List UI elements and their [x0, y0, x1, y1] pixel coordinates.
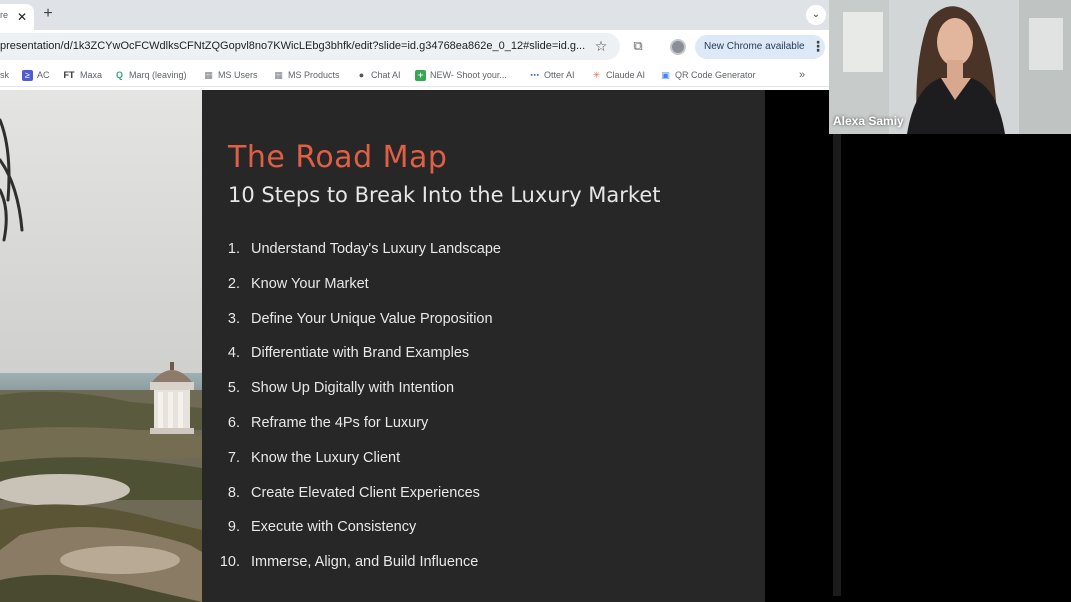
- bookmark-label: AC: [37, 70, 50, 80]
- step-number: 2.: [227, 275, 240, 292]
- bookmark-star-icon[interactable]: ☆: [593, 38, 609, 54]
- update-label: New Chrome available: [704, 41, 805, 52]
- new-chrome-available-button[interactable]: New Chrome available ⋮: [695, 35, 825, 59]
- step-number: 3.: [227, 310, 240, 327]
- bookmark-qr-code[interactable]: ▣ QR Code Generator: [660, 68, 756, 82]
- bookmark-label: Otter AI: [544, 70, 575, 80]
- slide-title: The Road Map: [228, 140, 448, 175]
- bookmark-label: Maxa: [80, 70, 103, 80]
- active-tab[interactable]: re ✕: [0, 4, 34, 30]
- list-item: 10. Immerse, Align, and Build Influence: [202, 553, 765, 588]
- bookmark-label: QR Code Generator: [675, 70, 756, 80]
- otter-icon: ⋯: [530, 69, 539, 80]
- step-text: Create Elevated Client Experiences: [251, 484, 480, 501]
- bookmark-label: sk: [0, 70, 9, 80]
- bookmark-ms-users[interactable]: ▦ MS Users: [203, 68, 258, 82]
- step-number: 8.: [227, 484, 240, 501]
- step-number: 9.: [227, 519, 240, 536]
- address-bar[interactable]: presentation/d/1k3ZCYwOcFCWdlksCFNtZQGop…: [0, 33, 620, 60]
- step-number: 7.: [227, 449, 240, 466]
- step-number: 4.: [227, 345, 240, 362]
- step-text: Show Up Digitally with Intention: [251, 380, 455, 397]
- bookmarks-overflow-icon[interactable]: »: [799, 68, 805, 82]
- plus-icon: +: [415, 69, 426, 81]
- step-text: Understand Today's Luxury Landscape: [251, 241, 501, 257]
- bookmark-label: NEW- Shoot your...: [430, 70, 507, 80]
- bookmark-claude-ai[interactable]: ✳ Claude AI: [591, 68, 645, 82]
- step-text: Define Your Unique Value Proposition: [251, 310, 493, 327]
- step-number: 5.: [227, 380, 240, 397]
- bookmark-ac[interactable]: ≥ AC: [22, 68, 50, 82]
- bookmark-marq[interactable]: Q Marq (leaving): [114, 68, 187, 82]
- slide-photo-resort: [0, 90, 202, 602]
- step-number: 6.: [227, 414, 240, 431]
- tab-strip: re ✕ + ⌄: [0, 0, 829, 30]
- tab-close-icon[interactable]: ✕: [15, 10, 29, 24]
- tab-search-chevron-icon[interactable]: ⌄: [806, 5, 826, 25]
- list-item: 3. Define Your Unique Value Proposition: [202, 310, 765, 345]
- browser-window: re ✕ + ⌄ presentation/d/1k3ZCYwOcFCWdlks…: [0, 0, 829, 602]
- bookmark-ms-products[interactable]: ▦ MS Products: [273, 68, 340, 82]
- list-item: 1. Understand Today's Luxury Landscape: [202, 240, 765, 275]
- chat-icon: ●: [358, 69, 365, 80]
- list-item: 6. Reframe the 4Ps for Luxury: [202, 414, 765, 449]
- step-text: Know Your Market: [251, 275, 369, 292]
- bookmark-otter-ai[interactable]: ⋯ Otter AI: [529, 68, 575, 82]
- list-item: 7. Know the Luxury Client: [202, 449, 765, 484]
- list-item: 5. Show Up Digitally with Intention: [202, 379, 765, 414]
- profile-avatar[interactable]: [670, 39, 686, 55]
- video-panel-background: [829, 134, 1071, 602]
- marq-icon: Q: [115, 69, 123, 80]
- roadmap-steps-list: 1. Understand Today's Luxury Landscape 2…: [202, 240, 765, 588]
- new-tab-button[interactable]: +: [40, 6, 56, 22]
- ms-icon: ▦: [274, 69, 283, 80]
- bookmark-label: Marq (leaving): [129, 70, 187, 80]
- step-number: 1.: [227, 241, 240, 257]
- bookmarks-bar: sk ≥ AC FT Maxa Q Marq (leaving) ▦ MS Us…: [0, 63, 829, 87]
- step-number: 10.: [219, 554, 240, 571]
- presentation-page: The Road Map 10 Steps to Break Into the …: [0, 90, 829, 602]
- ft-icon: FT: [63, 69, 75, 80]
- participant-name: Alexa Samiy: [833, 114, 904, 128]
- bookmark-label: Chat AI: [371, 70, 401, 80]
- bookmark-label: Claude AI: [606, 70, 646, 80]
- video-panel-scrollbar[interactable]: [833, 134, 841, 596]
- step-text: Reframe the 4Ps for Luxury: [251, 414, 429, 431]
- bookmark-label: MS Users: [218, 70, 258, 80]
- claude-icon: ✳: [592, 69, 601, 80]
- list-item: 2. Know Your Market: [202, 275, 765, 310]
- step-text: Immerse, Align, and Build Influence: [251, 554, 479, 571]
- ms-icon: ▦: [204, 69, 213, 80]
- participant-video-tile[interactable]: Alexa Samiy: [829, 0, 1071, 134]
- browser-toolbar: presentation/d/1k3ZCYwOcFCWdlksCFNtZQGop…: [0, 30, 829, 63]
- slide-subtitle: 10 Steps to Break Into the Luxury Market: [228, 183, 661, 207]
- slide-content-panel: The Road Map 10 Steps to Break Into the …: [202, 90, 765, 602]
- address-url[interactable]: presentation/d/1k3ZCYwOcFCWdlksCFNtZQGop…: [0, 40, 588, 52]
- list-item: 8. Create Elevated Client Experiences: [202, 484, 765, 519]
- list-item: 4. Differentiate with Brand Examples: [202, 344, 765, 379]
- kebab-menu-icon[interactable]: ⋮: [811, 38, 825, 55]
- extensions-puzzle-icon[interactable]: ⧉: [630, 38, 646, 54]
- ac-icon: ≥: [22, 69, 33, 81]
- step-text: Know the Luxury Client: [251, 449, 401, 466]
- bookmark-sk[interactable]: sk: [0, 68, 9, 82]
- step-text: Execute with Consistency: [251, 519, 417, 536]
- bookmark-new-shoot[interactable]: + NEW- Shoot your...: [415, 68, 507, 82]
- slide-right-margin: [765, 90, 829, 602]
- bookmark-label: MS Products: [288, 70, 340, 80]
- step-text: Differentiate with Brand Examples: [251, 345, 470, 362]
- qr-icon: ▣: [661, 69, 670, 80]
- bookmark-chat-ai[interactable]: ● Chat AI: [356, 68, 401, 82]
- bookmark-maxa[interactable]: FT Maxa: [62, 68, 103, 82]
- list-item: 9. Execute with Consistency: [202, 518, 765, 553]
- tab-title: re: [0, 10, 9, 20]
